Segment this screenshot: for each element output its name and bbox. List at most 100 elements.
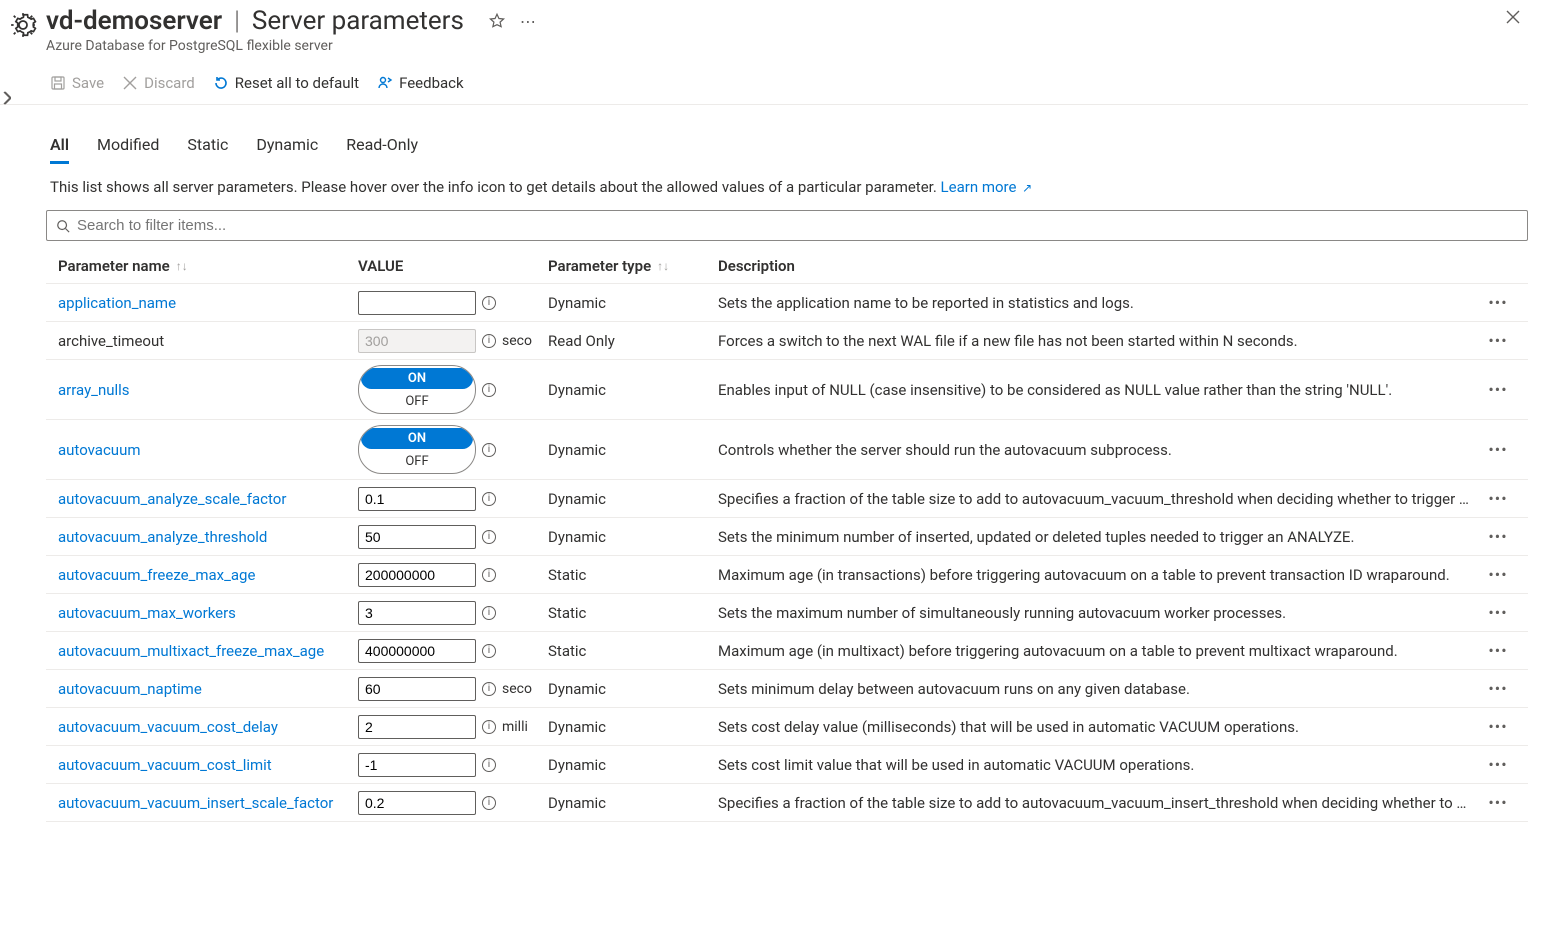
- gear-icon: [8, 10, 38, 40]
- toggle-input[interactable]: ONOFF: [358, 425, 476, 474]
- row-more-button[interactable]: •••: [1478, 527, 1518, 546]
- feedback-button[interactable]: Feedback: [377, 74, 464, 92]
- parameter-value-cell: ONOFF i: [358, 425, 548, 474]
- parameter-name: archive_timeout: [58, 332, 358, 350]
- parameter-value-cell: i: [358, 487, 548, 511]
- toggle-on[interactable]: ON: [361, 368, 473, 389]
- more-actions-button[interactable]: ⋯: [520, 12, 536, 31]
- row-more-button[interactable]: •••: [1478, 603, 1518, 622]
- info-icon[interactable]: i: [482, 383, 496, 397]
- info-icon[interactable]: i: [482, 530, 496, 544]
- tab-all[interactable]: All: [50, 129, 69, 164]
- value-input[interactable]: [358, 715, 476, 739]
- parameter-description: Maximum age (in transactions) before tri…: [718, 566, 1478, 584]
- row-more-button[interactable]: •••: [1478, 380, 1518, 399]
- toggle-input[interactable]: ONOFF: [358, 365, 476, 414]
- row-more-button[interactable]: •••: [1478, 717, 1518, 736]
- parameter-name[interactable]: autovacuum: [58, 441, 358, 459]
- parameter-value-cell: i: [358, 791, 548, 815]
- value-input[interactable]: [358, 487, 476, 511]
- parameter-value-cell: iseco: [358, 677, 548, 701]
- value-input[interactable]: [358, 291, 476, 315]
- col-header-type[interactable]: Parameter type ↑↓: [548, 257, 718, 275]
- row-more-button[interactable]: •••: [1478, 293, 1518, 312]
- info-icon[interactable]: i: [482, 682, 496, 696]
- row-more-button[interactable]: •••: [1478, 440, 1518, 459]
- tab-modified[interactable]: Modified: [97, 129, 159, 164]
- row-more-button[interactable]: •••: [1478, 679, 1518, 698]
- info-icon[interactable]: i: [482, 720, 496, 734]
- row-more-button[interactable]: •••: [1478, 565, 1518, 584]
- learn-more-link[interactable]: Learn more ↗: [941, 178, 1033, 196]
- row-more-button[interactable]: •••: [1478, 755, 1518, 774]
- favorite-star-button[interactable]: [488, 12, 506, 30]
- info-icon[interactable]: i: [482, 334, 496, 348]
- table-row: autovacuum_naptimeisecoDynamicSets minim…: [46, 670, 1528, 708]
- parameter-name[interactable]: autovacuum_multixact_freeze_max_age: [58, 642, 358, 660]
- expand-sidebar-button[interactable]: [0, 88, 14, 108]
- value-input[interactable]: [358, 601, 476, 625]
- row-more-button[interactable]: •••: [1478, 331, 1518, 350]
- parameter-name[interactable]: autovacuum_vacuum_insert_scale_factor: [58, 794, 358, 812]
- value-input[interactable]: [358, 639, 476, 663]
- info-icon[interactable]: i: [482, 606, 496, 620]
- info-icon[interactable]: i: [482, 492, 496, 506]
- parameter-name[interactable]: autovacuum_vacuum_cost_delay: [58, 718, 358, 736]
- parameter-name[interactable]: autovacuum_naptime: [58, 680, 358, 698]
- value-input[interactable]: [358, 525, 476, 549]
- toggle-off[interactable]: OFF: [359, 451, 475, 473]
- table-row: autovacuum_analyze_scale_factoriDynamicS…: [46, 480, 1528, 518]
- value-input[interactable]: [358, 753, 476, 777]
- unit-label: seco: [502, 333, 532, 349]
- tab-dynamic[interactable]: Dynamic: [256, 129, 318, 164]
- table-row: autovacuum_max_workersiStaticSets the ma…: [46, 594, 1528, 632]
- sort-icon: ↑↓: [176, 259, 188, 273]
- save-button[interactable]: Save: [50, 74, 104, 92]
- info-icon[interactable]: i: [482, 758, 496, 772]
- discard-button[interactable]: Discard: [122, 74, 195, 92]
- page-header: vd-demoserver | Server parameters ⋯ Azur…: [0, 6, 1546, 64]
- value-input: [358, 329, 476, 353]
- toggle-off[interactable]: OFF: [359, 391, 475, 413]
- parameter-name[interactable]: autovacuum_analyze_threshold: [58, 528, 358, 546]
- table-row: application_nameiDynamicSets the applica…: [46, 284, 1528, 322]
- value-input[interactable]: [358, 791, 476, 815]
- col-header-name[interactable]: Parameter name ↑↓: [58, 257, 358, 275]
- tab-static[interactable]: Static: [187, 129, 228, 164]
- table-row: autovacuum_analyze_thresholdiDynamicSets…: [46, 518, 1528, 556]
- parameter-name[interactable]: autovacuum_max_workers: [58, 604, 358, 622]
- reset-icon: [213, 75, 229, 91]
- reset-all-button[interactable]: Reset all to default: [213, 74, 359, 92]
- table-row: autovacuumONOFFiDynamicControls whether …: [46, 420, 1528, 480]
- table-row: archive_timeoutisecoRead OnlyForces a sw…: [46, 322, 1528, 360]
- page-title: Server parameters: [252, 6, 464, 36]
- info-icon[interactable]: i: [482, 568, 496, 582]
- parameter-description: Maximum age (in multixact) before trigge…: [718, 642, 1478, 660]
- row-more-button[interactable]: •••: [1478, 793, 1518, 812]
- row-more-button[interactable]: •••: [1478, 489, 1518, 508]
- parameter-value-cell: i: [358, 563, 548, 587]
- info-icon[interactable]: i: [482, 796, 496, 810]
- col-header-desc[interactable]: Description: [718, 257, 1478, 275]
- info-icon[interactable]: i: [482, 644, 496, 658]
- parameter-name[interactable]: application_name: [58, 294, 358, 312]
- value-input[interactable]: [358, 563, 476, 587]
- parameter-description: Enables input of NULL (case insensitive)…: [718, 381, 1478, 399]
- tab-read-only[interactable]: Read-Only: [346, 129, 418, 164]
- parameter-name[interactable]: array_nulls: [58, 381, 358, 399]
- parameter-name[interactable]: autovacuum_vacuum_cost_limit: [58, 756, 358, 774]
- info-icon[interactable]: i: [482, 443, 496, 457]
- parameter-type: Dynamic: [548, 794, 718, 812]
- parameter-name[interactable]: autovacuum_freeze_max_age: [58, 566, 358, 584]
- parameter-type: Dynamic: [548, 756, 718, 774]
- parameter-name[interactable]: autovacuum_analyze_scale_factor: [58, 490, 358, 508]
- parameter-type: Dynamic: [548, 381, 718, 399]
- value-input[interactable]: [358, 677, 476, 701]
- close-blade-button[interactable]: [1498, 6, 1528, 28]
- toggle-on[interactable]: ON: [361, 428, 473, 449]
- row-more-button[interactable]: •••: [1478, 641, 1518, 660]
- info-icon[interactable]: i: [482, 296, 496, 310]
- parameters-table: Parameter name ↑↓ VALUE Parameter type ↑…: [46, 249, 1528, 822]
- col-header-value[interactable]: VALUE: [358, 257, 548, 275]
- search-input[interactable]: [46, 210, 1528, 241]
